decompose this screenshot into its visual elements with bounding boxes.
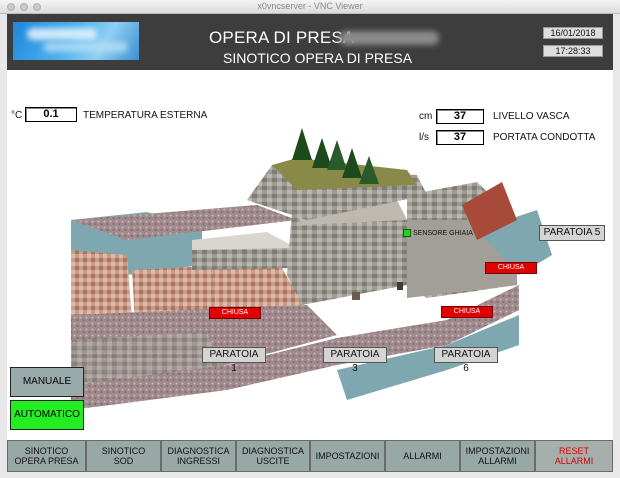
reset-alarms-button[interactable]: RESET ALLARMI xyxy=(535,440,613,472)
plant-3d-view xyxy=(71,128,552,410)
nav-impostazioni[interactable]: IMPOSTAZIONI xyxy=(310,440,385,472)
nav-diagnostica-uscite[interactable]: DIAGNOSTICA USCITE xyxy=(236,440,310,472)
gate-6-button[interactable]: PARATOIA 6 xyxy=(434,347,498,374)
manual-mode-button[interactable]: MANUALE xyxy=(10,367,84,397)
time-display: 17:28:33 xyxy=(543,45,603,57)
nav-sinotico-opera-presa[interactable]: SINOTICO OPERA PRESA xyxy=(7,440,86,472)
page-subtitle: SINOTICO OPERA DI PRESA xyxy=(223,50,413,66)
page-title: OPERA DI PRESA xyxy=(209,28,355,47)
automatic-mode-button[interactable]: AUTOMATICO xyxy=(10,400,84,430)
redacted-text xyxy=(339,31,439,45)
gravel-sensor: SENSORE GHIAIA xyxy=(403,229,473,237)
gate-1-button[interactable]: PARATOIA 1 xyxy=(202,347,266,374)
gate-1-status: CHIUSA xyxy=(209,307,261,319)
gate-3-button[interactable]: PARATOIA 3 xyxy=(323,347,387,374)
company-logo xyxy=(13,22,139,60)
synoptic-panel: °C 0.1 TEMPERATURA ESTERNA cm 37 LIVELLO… xyxy=(7,70,613,440)
gate-6-status: CHIUSA xyxy=(441,306,493,318)
sensor-status-icon xyxy=(403,229,411,237)
nav-allarmi[interactable]: ALLARMI xyxy=(385,440,460,472)
navigation-bar: SINOTICO OPERA PRESA SINOTICO SOD DIAGNOST… xyxy=(7,440,613,472)
hmi-header: OPERA DI PRESA SINOTICO OPERA DI PRESA 1… xyxy=(7,14,613,70)
date-display: 16/01/2018 xyxy=(543,27,603,39)
window-title: x0vncserver - VNC Viewer xyxy=(257,1,363,11)
nav-impostazioni-allarmi[interactable]: IMPOSTAZIONI ALLARMI xyxy=(460,440,535,472)
window-titlebar: x0vncserver - VNC Viewer xyxy=(0,0,620,14)
gate-5-status: CHIUSA xyxy=(485,262,537,274)
sensor-label: SENSORE GHIAIA xyxy=(413,229,473,237)
vnc-window: x0vncserver - VNC Viewer OPERA DI PRESA … xyxy=(0,0,620,478)
nav-diagnostica-ingressi[interactable]: DIAGNOSTICA INGRESSI xyxy=(161,440,236,472)
nav-sinotico-sod[interactable]: SINOTICO SOD xyxy=(86,440,161,472)
gate-5-button[interactable]: PARATOIA 5 xyxy=(539,225,605,241)
